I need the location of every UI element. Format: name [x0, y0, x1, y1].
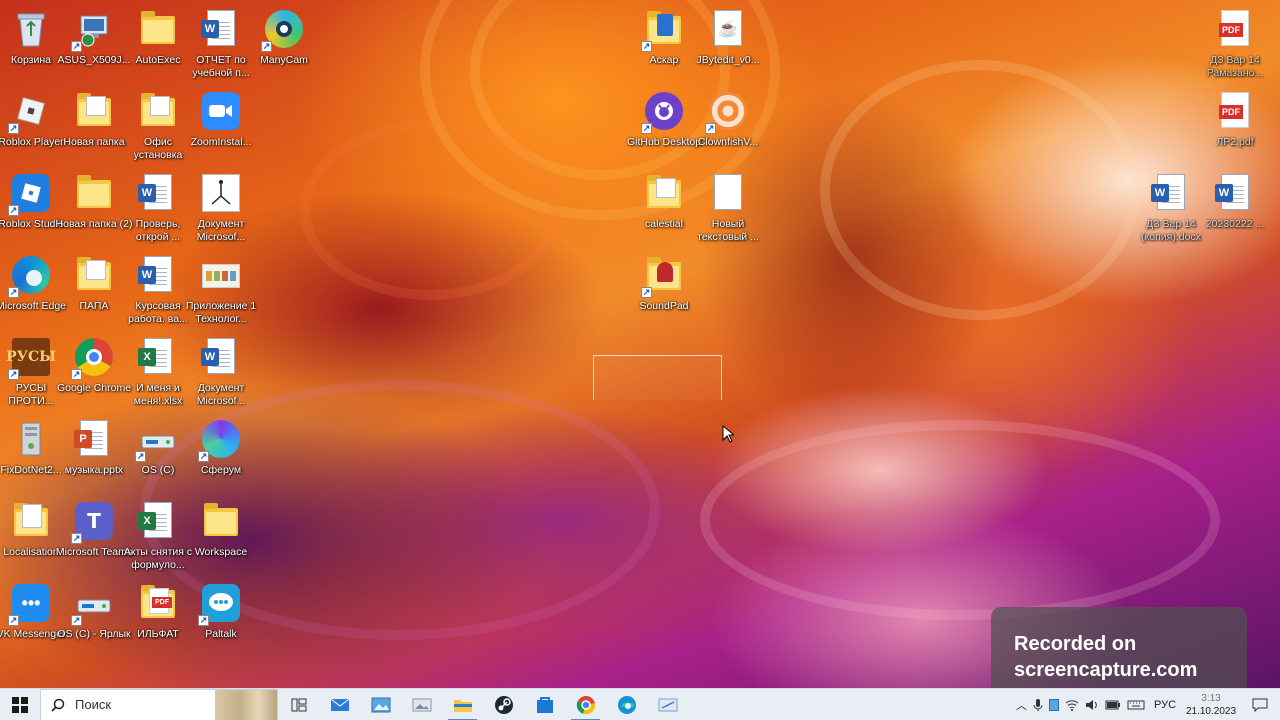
taskbar-mail[interactable] — [319, 689, 360, 720]
document-icon — [202, 174, 240, 212]
desktop-icon-dz-var-14-pdf[interactable]: PDF ДЗ Вар 14 Рамазано... — [1196, 4, 1274, 84]
desktop-icon-lr2-pdf[interactable]: PDF ЛР2.pdf — [1196, 86, 1274, 166]
taskbar-search-box[interactable]: Поиск — [40, 688, 278, 720]
tray-volume[interactable] — [1082, 689, 1102, 720]
spreadsheet-image-icon — [202, 264, 240, 288]
recording-watermark: Recorded on screencapture.com — [991, 607, 1247, 688]
folder-icon — [141, 11, 175, 44]
taskbar-store[interactable] — [524, 689, 565, 720]
text-file-icon — [714, 174, 742, 210]
file-explorer-icon — [453, 699, 472, 712]
desktop-icon-soundpad[interactable]: ↗ SoundPad — [625, 250, 703, 330]
taskbar-steam[interactable] — [483, 689, 524, 720]
icon-label: ДЗ Вар 14 Рамазано... — [1206, 54, 1264, 79]
windows-logo-icon — [12, 696, 28, 713]
tray-clock[interactable]: 3:13 21.10.2023 — [1182, 689, 1240, 720]
pdf-file-icon: PDF — [1219, 92, 1249, 128]
microsoft-edge-icon — [617, 695, 636, 714]
icon-label: ManyCam — [260, 54, 308, 66]
icon-label: Документ Microsof... — [196, 382, 246, 407]
icon-label: Приложение 1 Технолог... — [185, 300, 257, 325]
volume-icon — [1086, 700, 1097, 710]
installer-icon — [10, 418, 52, 460]
tray-show-hidden[interactable]: ︿ — [1013, 689, 1030, 720]
wifi-icon — [1065, 700, 1079, 711]
search-icon — [51, 698, 65, 712]
pdf-file-icon: PDF — [1219, 10, 1249, 46]
search-placeholder: Поиск — [75, 697, 112, 712]
chevron-up-icon: ︿ — [1016, 700, 1027, 712]
watermark-line-2: screencapture.com — [1014, 659, 1198, 681]
desktop-icon-zoom-installer[interactable]: ZoomInstal... — [182, 86, 260, 166]
desktop-icon-document-microsoft-2[interactable]: W Документ Microsof... — [182, 332, 260, 412]
zoom-icon — [202, 92, 240, 130]
app-tray-icon — [1049, 699, 1059, 711]
notifications-icon — [1252, 698, 1268, 712]
mail-icon — [330, 698, 349, 711]
taskbar: Поиск ︿ РУС 3:13 21.10.2023 — [0, 688, 1280, 720]
folder-icon — [77, 175, 111, 208]
clock-date: 21.10.2023 — [1185, 706, 1237, 717]
desktop-icon-paltalk[interactable]: ↗ Paltalk — [182, 578, 260, 658]
task-view-icon — [291, 698, 306, 711]
taskbar-task-view[interactable] — [278, 689, 319, 720]
desktop-icon-prilozhenie[interactable]: Приложение 1 Технолог... — [182, 250, 260, 330]
icon-label: Новый текстовый ... — [697, 218, 759, 243]
desktop-icon-jbytedit[interactable]: ☕ JBytedit_v0... — [689, 4, 767, 84]
store-icon — [536, 696, 553, 713]
selection-rectangle — [593, 355, 722, 400]
snipping-icon — [658, 698, 677, 711]
taskbar-image-viewer[interactable] — [401, 689, 442, 720]
tray-microphone[interactable] — [1030, 689, 1046, 720]
taskbar-microsoft-edge[interactable] — [606, 689, 647, 720]
watermark-line-1: Recorded on — [1014, 633, 1137, 655]
tray-keyboard[interactable] — [1124, 689, 1148, 720]
taskbar-file-explorer[interactable] — [442, 689, 483, 720]
icon-label: 20230222 ... — [1205, 218, 1265, 230]
keyboard-icon — [1127, 700, 1145, 710]
icon-label: Документ Microsof... — [196, 218, 246, 243]
icon-label: SoundPad — [639, 300, 689, 312]
desktop[interactable]: Корзина ↗ Roblox Player ↗ Roblox Studio … — [0, 0, 1280, 688]
icon-label: JBytedit_v0... — [696, 54, 760, 66]
desktop-icon-workspace[interactable]: Workspace — [182, 496, 260, 576]
system-tray: ︿ РУС 3:13 21.10.2023 — [1013, 689, 1280, 720]
desktop-icon-sferum[interactable]: ↗ Сферум — [182, 414, 260, 494]
photos-icon — [371, 697, 390, 712]
image-viewer-icon — [412, 698, 431, 711]
battery-icon — [1105, 700, 1120, 710]
icon-label: ЛР2.pdf — [1216, 136, 1254, 148]
tray-notifications[interactable] — [1240, 689, 1280, 720]
microphone-icon — [1033, 699, 1043, 711]
google-chrome-icon — [576, 695, 595, 714]
clock-time: 3:13 — [1201, 693, 1221, 704]
tray-network[interactable] — [1062, 689, 1082, 720]
tray-app-icon[interactable] — [1046, 689, 1062, 720]
steam-icon — [494, 695, 513, 714]
taskbar-google-chrome[interactable] — [565, 689, 606, 720]
tray-language[interactable]: РУС — [1148, 689, 1182, 720]
taskbar-photos[interactable] — [360, 689, 401, 720]
desktop-icon-document-microsoft-1[interactable]: Документ Microsof... — [182, 168, 260, 248]
icon-label: Workspace — [194, 546, 248, 558]
taskbar-snipping-tool[interactable] — [647, 689, 688, 720]
icon-label: Paltalk — [205, 628, 237, 640]
desktop-icon-manycam[interactable]: ↗ ManyCam — [245, 4, 323, 84]
start-button[interactable] — [0, 689, 40, 720]
mouse-cursor-icon — [722, 425, 734, 443]
icon-label: ClownfishV... — [697, 136, 759, 148]
icon-label: Сферум — [200, 464, 242, 476]
folder-icon — [204, 503, 238, 536]
icon-label: ZoomInstal... — [190, 136, 252, 148]
desktop-icon-20230222[interactable]: W 20230222 ... — [1196, 168, 1274, 248]
desktop-icon-new-text-document[interactable]: Новый текстовый ... — [689, 168, 767, 248]
recycle-bin-icon — [10, 8, 52, 50]
desktop-icon-clownfish[interactable]: ↗ ClownfishV... — [689, 86, 767, 166]
tray-battery[interactable] — [1102, 689, 1124, 720]
search-highlight-image — [215, 689, 277, 720]
